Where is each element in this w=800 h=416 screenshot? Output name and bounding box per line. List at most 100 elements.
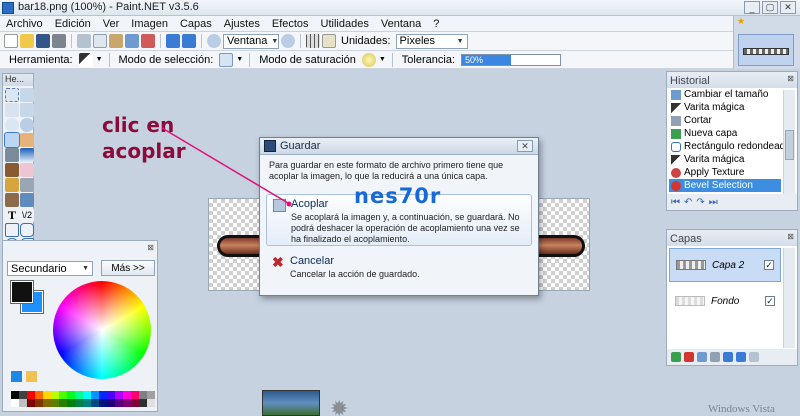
dialog-close-button[interactable]: ✕ bbox=[517, 140, 533, 152]
merge-layer-icon[interactable] bbox=[710, 352, 720, 362]
paintbrush-icon[interactable] bbox=[5, 163, 19, 177]
gradient-icon[interactable] bbox=[20, 148, 34, 162]
new-file-icon[interactable] bbox=[4, 34, 18, 48]
canvas-image-left[interactable] bbox=[208, 198, 277, 291]
paste-icon[interactable] bbox=[109, 34, 123, 48]
menu-capas[interactable]: Capas bbox=[174, 18, 218, 30]
close-panel-icon[interactable]: ⊠ bbox=[787, 232, 794, 241]
layers-scrollbar[interactable] bbox=[783, 248, 795, 348]
move-icon[interactable] bbox=[20, 103, 34, 117]
grid-icon[interactable] bbox=[306, 34, 320, 48]
swap-colors-icon[interactable] bbox=[26, 371, 37, 382]
menu-archivo[interactable]: Archivo bbox=[0, 18, 49, 30]
history-item[interactable]: Varita mágica bbox=[669, 153, 781, 166]
image-thumbnail[interactable] bbox=[738, 34, 794, 66]
menu-ajustes[interactable]: Ajustes bbox=[218, 18, 266, 30]
lightbulb-icon[interactable] bbox=[361, 52, 376, 67]
layer-row-capa-2[interactable]: Capa 2 ✓ bbox=[669, 248, 781, 282]
zoom-tool-icon[interactable] bbox=[20, 118, 34, 132]
menu-efectos[interactable]: Efectos bbox=[266, 18, 315, 30]
duplicate-layer-icon[interactable] bbox=[697, 352, 707, 362]
redo-icon[interactable] bbox=[182, 34, 196, 48]
chevron-down-icon[interactable]: ▼ bbox=[379, 56, 386, 63]
recolor-icon[interactable] bbox=[20, 193, 34, 207]
rectangle-tool-icon[interactable] bbox=[5, 223, 19, 237]
more-colors-button[interactable]: Más >> bbox=[101, 260, 155, 276]
save-icon[interactable] bbox=[36, 34, 50, 48]
zoom-in-icon[interactable] bbox=[281, 34, 295, 48]
history-item-selected[interactable]: Bevel Selection bbox=[669, 179, 781, 192]
fast-forward-icon[interactable]: ⏭ bbox=[709, 197, 718, 208]
rounded-rectangle-icon[interactable] bbox=[20, 223, 34, 237]
copy-icon[interactable] bbox=[93, 34, 107, 48]
chevron-down-icon[interactable]: ▼ bbox=[236, 56, 243, 63]
close-panel-icon[interactable]: ⊠ bbox=[147, 243, 154, 252]
tolerance-slider[interactable]: 50% bbox=[461, 53, 561, 66]
menu-utilidades[interactable]: Utilidades bbox=[315, 18, 375, 30]
color-palette[interactable] bbox=[11, 391, 155, 409]
history-item[interactable]: Nueva capa bbox=[669, 127, 781, 140]
layer-row-fondo[interactable]: Fondo ✓ bbox=[669, 284, 781, 318]
menu-ver[interactable]: Ver bbox=[97, 18, 126, 30]
menu-edicion[interactable]: Edición bbox=[49, 18, 97, 30]
color-mode-select[interactable]: Secundario ▼ bbox=[7, 261, 93, 276]
selection-mode-icon[interactable] bbox=[219, 52, 234, 67]
color-picker-icon[interactable] bbox=[20, 178, 34, 192]
move-selection-icon[interactable] bbox=[20, 88, 34, 102]
add-layer-icon[interactable] bbox=[671, 352, 681, 362]
close-panel-icon[interactable]: ⊠ bbox=[787, 74, 794, 83]
color-wheel[interactable] bbox=[53, 281, 151, 379]
line-curve-icon[interactable]: \/2 bbox=[20, 208, 34, 222]
move-layer-down-icon[interactable] bbox=[736, 352, 746, 362]
undo-icon[interactable] bbox=[166, 34, 180, 48]
pan-icon[interactable] bbox=[20, 133, 34, 147]
history-item[interactable]: Rectángulo redondeado bbox=[669, 140, 791, 153]
minimize-button[interactable]: _ bbox=[744, 1, 760, 14]
zoom-select[interactable]: Ventana ▼ bbox=[223, 33, 279, 49]
maximize-button[interactable]: ▢ bbox=[762, 1, 778, 14]
primary-color-swatch[interactable] bbox=[10, 280, 34, 304]
open-file-icon[interactable] bbox=[20, 34, 34, 48]
deselect-icon[interactable] bbox=[141, 34, 155, 48]
rewind-icon[interactable]: ⏮ bbox=[671, 197, 680, 208]
history-item[interactable]: Apply Texture bbox=[669, 166, 781, 179]
clone-stamp-icon[interactable] bbox=[5, 193, 19, 207]
lasso-icon[interactable] bbox=[5, 103, 19, 117]
chevron-down-icon[interactable]: ▼ bbox=[96, 56, 103, 63]
menu-imagen[interactable]: Imagen bbox=[125, 18, 174, 30]
menu-ventana[interactable]: Ventana bbox=[375, 18, 427, 30]
layer-visibility-checkbox[interactable]: ✓ bbox=[765, 296, 775, 306]
default-colors-icon[interactable] bbox=[11, 371, 22, 382]
eraser-icon[interactable] bbox=[20, 163, 34, 177]
close-button[interactable]: ✕ bbox=[780, 1, 796, 14]
redo-icon[interactable]: ↷ bbox=[696, 197, 704, 208]
zoom-icon[interactable] bbox=[207, 34, 221, 48]
scrollbar-thumb[interactable] bbox=[785, 130, 794, 160]
rectangle-select-icon[interactable] bbox=[5, 88, 19, 102]
magic-wand-tool-icon[interactable] bbox=[4, 132, 20, 148]
paint-bucket-icon[interactable] bbox=[5, 148, 19, 162]
layer-properties-icon[interactable] bbox=[749, 352, 759, 362]
history-item[interactable]: Cambiar el tamaño bbox=[669, 88, 781, 101]
delete-layer-icon[interactable] bbox=[684, 352, 694, 362]
ellipse-select-icon[interactable] bbox=[5, 118, 19, 132]
cancel-option-button[interactable]: ✖ Cancelar Cancelar la acción de guardad… bbox=[266, 252, 532, 280]
history-scrollbar[interactable] bbox=[783, 90, 795, 194]
crop-icon[interactable] bbox=[125, 34, 139, 48]
canvas-image-right[interactable] bbox=[519, 198, 590, 291]
history-item[interactable]: Varita mágica bbox=[669, 101, 781, 114]
magic-wand-icon[interactable] bbox=[78, 52, 93, 67]
pencil-icon[interactable] bbox=[5, 178, 19, 192]
text-tool-icon[interactable]: T bbox=[5, 208, 19, 222]
layer-visibility-checkbox[interactable]: ✓ bbox=[764, 260, 774, 270]
history-item[interactable]: Cortar bbox=[669, 114, 781, 127]
cut-icon[interactable] bbox=[77, 34, 91, 48]
print-icon[interactable] bbox=[52, 34, 66, 48]
toolbar-separator bbox=[249, 52, 251, 67]
units-select[interactable]: Pixeles ▼ bbox=[395, 33, 468, 49]
move-layer-up-icon[interactable] bbox=[723, 352, 733, 362]
menu-help[interactable]: ? bbox=[427, 18, 445, 30]
ruler-icon[interactable] bbox=[322, 34, 336, 48]
undo-icon[interactable]: ↶ bbox=[684, 197, 692, 208]
colors-panel: ⊠ Secundario ▼ Más >> bbox=[2, 240, 158, 412]
